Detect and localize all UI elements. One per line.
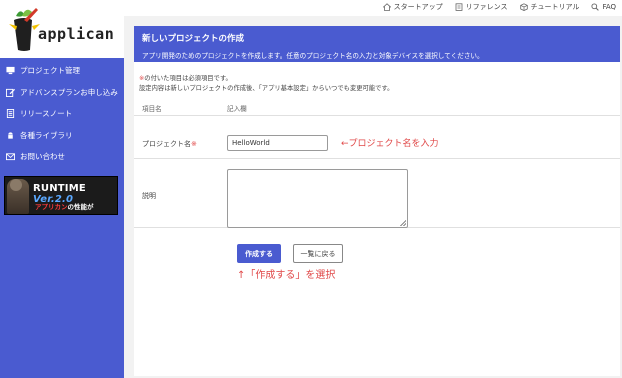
toplink-label: リファレンス bbox=[465, 3, 508, 11]
form-notes: ※の付いた項目は必須項目です。 設定内容は新しいプロジェクトの作成後、「アプリ基… bbox=[139, 74, 393, 93]
annotation-select-create: ↑「作成する」を選択 bbox=[237, 270, 336, 281]
toplink-faq[interactable]: FAQ bbox=[591, 2, 616, 12]
toplink-label: FAQ bbox=[602, 3, 616, 11]
sidebar-item-contact[interactable]: お問い合わせ bbox=[0, 146, 124, 168]
sidebar-item-advance-plan[interactable]: アドバンスプランお申し込み bbox=[0, 82, 124, 104]
home-icon bbox=[382, 3, 391, 11]
banner-person-head bbox=[10, 179, 22, 191]
main-content: 新しいプロジェクトの作成 アプリ開発のためのプロジェクトを作成します。任意のプロ… bbox=[124, 16, 622, 378]
description-row: 説明 bbox=[134, 161, 620, 228]
page-title: 新しいプロジェクトの作成 bbox=[142, 34, 245, 44]
form-table-header: 項目名 記入欄 bbox=[134, 100, 620, 116]
sidebar: applican プロジェクト管理 アドバンスプランお申し込み リリースノート … bbox=[0, 0, 124, 378]
sidebar-nav: プロジェクト管理 アドバンスプランお申し込み リリースノート 各種ライブラリ お… bbox=[0, 60, 124, 168]
back-to-list-button[interactable]: 一覧に戻る bbox=[293, 244, 343, 263]
sidebar-item-label: アドバンスプランお申し込み bbox=[20, 87, 118, 97]
sidebar-item-label: プロジェクト管理 bbox=[20, 66, 80, 76]
edit-icon bbox=[5, 87, 15, 97]
create-project-panel: 新しいプロジェクトの作成 アプリ開発のためのプロジェクトを作成します。任意のプロ… bbox=[134, 26, 620, 376]
toplink-startup[interactable]: スタートアップ bbox=[382, 2, 443, 12]
sidebar-item-libraries[interactable]: 各種ライブラリ bbox=[0, 125, 124, 147]
logo[interactable]: applican bbox=[0, 0, 124, 58]
required-note: の付いた項目は必須項目です。 bbox=[144, 75, 232, 82]
page-subtitle: アプリ開発のためのプロジェクトを作成します。任意のプロジェクト名の入力と対象デバ… bbox=[142, 52, 484, 60]
annotation-enter-name: ←プロジェクト名を入力 bbox=[341, 139, 439, 149]
banner-title: RUNTIME bbox=[33, 183, 86, 194]
settings-note: 設定内容は新しいプロジェクトの作成後、「アプリ基本設定」からいつでも変更可能です… bbox=[139, 84, 394, 92]
logo-text: applican bbox=[38, 25, 115, 43]
top-links: スタートアップ リファレンス チュートリアル FAQ bbox=[371, 2, 616, 12]
banner-tagline-brand: アプリカン bbox=[35, 203, 68, 211]
panel-header: 新しいプロジェクトの作成 アプリ開発のためのプロジェクトを作成します。任意のプロ… bbox=[134, 26, 620, 62]
resize-grip-icon[interactable] bbox=[400, 220, 406, 226]
required-mark: ※ bbox=[191, 140, 197, 148]
column-header-item: 項目名 bbox=[142, 104, 162, 113]
runtime-banner[interactable]: RUNTIME Ver.2.0 アプリカンの性能が UP！！ bbox=[4, 176, 118, 215]
project-name-label: プロジェクト名 bbox=[142, 140, 191, 148]
sidebar-item-label: リリースノート bbox=[20, 109, 73, 119]
description-textarea[interactable] bbox=[227, 169, 408, 228]
description-label: 説明 bbox=[142, 192, 156, 200]
mail-icon bbox=[5, 152, 15, 162]
sidebar-item-release-notes[interactable]: リリースノート bbox=[0, 103, 124, 125]
box-icon bbox=[519, 3, 528, 11]
document-icon bbox=[5, 109, 15, 119]
applican-logo-icon bbox=[9, 8, 40, 51]
project-name-input[interactable]: HelloWorld bbox=[227, 135, 328, 151]
create-button[interactable]: 作成する bbox=[237, 244, 281, 263]
toplink-label: チュートリアル bbox=[530, 3, 580, 11]
sidebar-item-label: 各種ライブラリ bbox=[20, 130, 73, 140]
android-icon bbox=[5, 130, 15, 140]
toplink-label: スタートアップ bbox=[393, 3, 443, 11]
toplink-tutorial[interactable]: チュートリアル bbox=[519, 2, 580, 12]
monitor-icon bbox=[5, 66, 15, 76]
book-icon bbox=[455, 3, 463, 11]
toplink-reference[interactable]: リファレンス bbox=[455, 2, 508, 12]
column-header-entry: 記入欄 bbox=[227, 104, 247, 113]
search-icon bbox=[591, 3, 600, 11]
top-bar: スタートアップ リファレンス チュートリアル FAQ bbox=[124, 0, 622, 16]
sidebar-item-label: お問い合わせ bbox=[20, 152, 65, 162]
sidebar-item-project-management[interactable]: プロジェクト管理 bbox=[0, 60, 124, 82]
